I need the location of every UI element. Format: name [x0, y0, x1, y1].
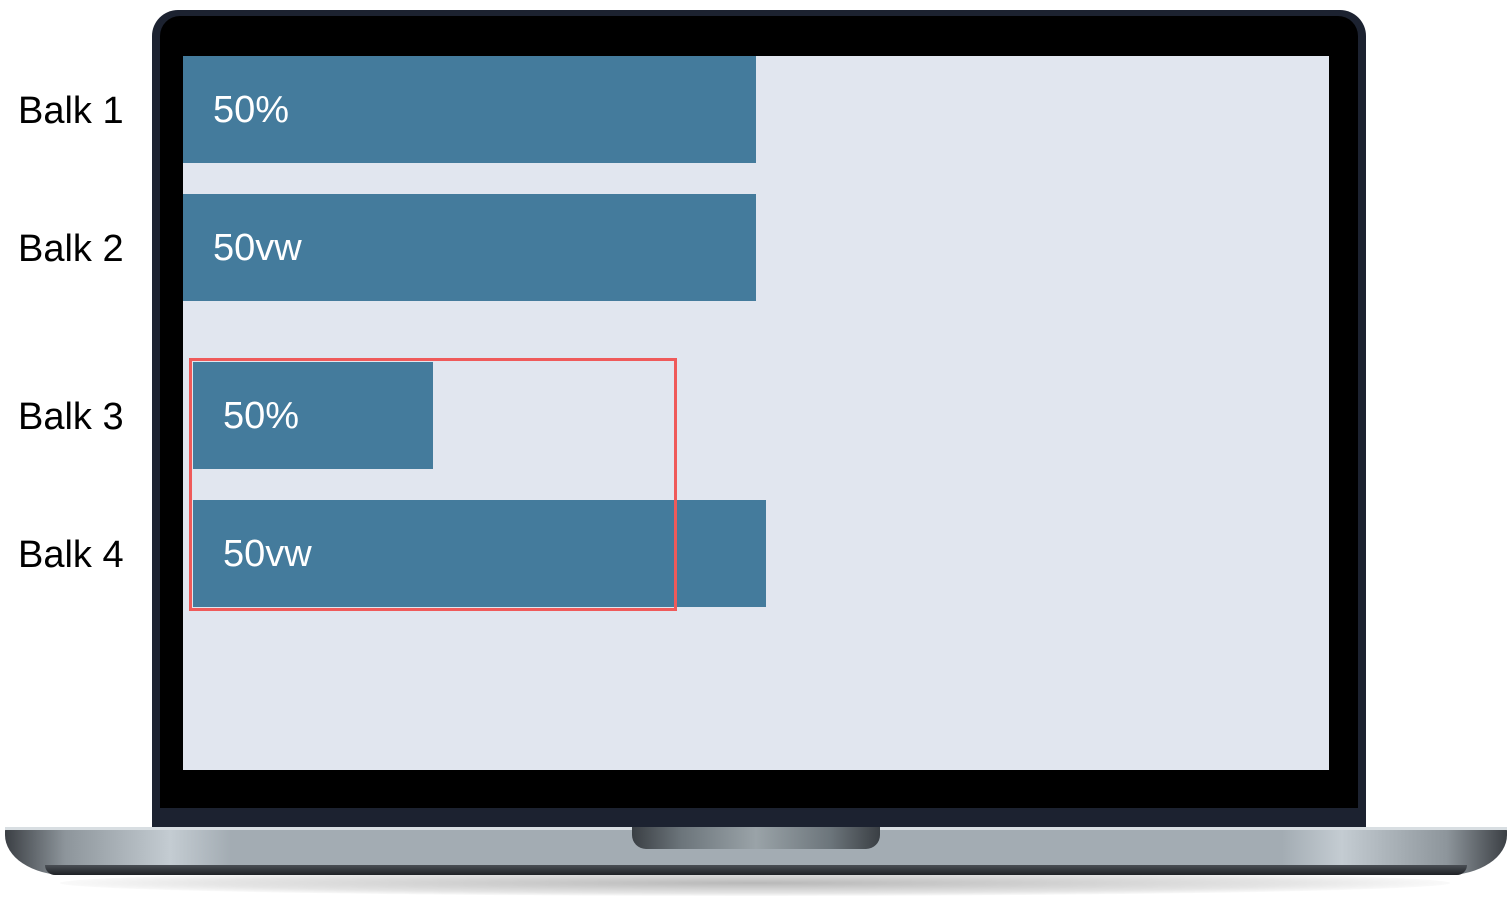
laptop-screen: 50% 50vw 50% 50vw [183, 56, 1329, 770]
bar-label: 50vw [213, 226, 302, 269]
label-balk-4: Balk 4 [18, 534, 124, 576]
bar-label: 50vw [223, 532, 312, 575]
bar-balk-3: 50% [193, 362, 433, 469]
label-balk-1: Balk 1 [18, 90, 124, 132]
label-balk-3: Balk 3 [18, 396, 124, 438]
bar-balk-2: 50vw [183, 194, 756, 301]
bar-label: 50% [223, 394, 300, 437]
bar-balk-1: 50% [183, 56, 756, 163]
bar-label: 50% [213, 88, 290, 131]
label-balk-2: Balk 2 [18, 228, 124, 270]
laptop-notch [632, 827, 880, 849]
bar-balk-4: 50vw [193, 500, 766, 607]
